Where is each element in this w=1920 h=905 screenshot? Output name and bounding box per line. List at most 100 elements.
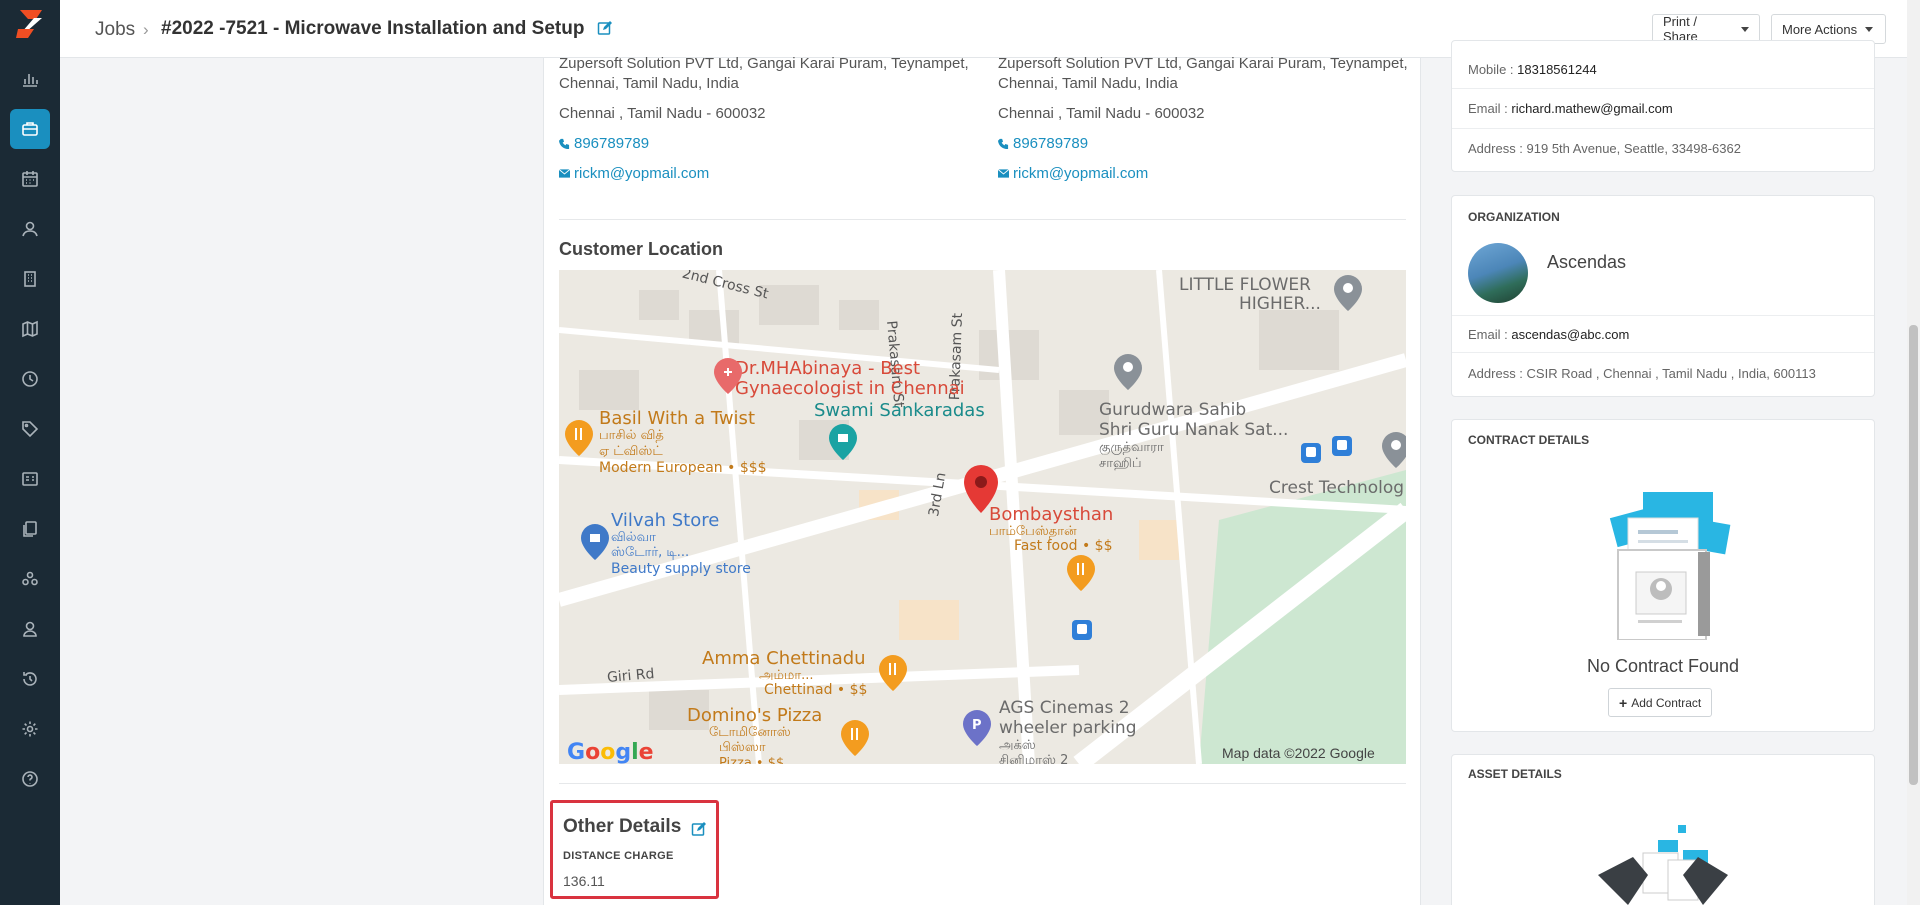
restaurant-pin-icon[interactable] — [565, 420, 593, 456]
address-1-line1: Zupersoft Solution PVT Ltd, Gangai Karai… — [559, 55, 969, 72]
team-icon — [22, 571, 38, 586]
nav-calendar[interactable] — [10, 159, 50, 199]
bus-stop-icon[interactable] — [1301, 443, 1321, 463]
edit-title-icon[interactable] — [597, 20, 613, 36]
asset-heading: ASSET DETAILS — [1468, 767, 1562, 781]
map-poi-label: Swami Sankaradas — [814, 400, 985, 421]
nav-history[interactable] — [10, 659, 50, 699]
nav-customers[interactable] — [10, 209, 50, 249]
nav-dashboard[interactable] — [10, 59, 50, 99]
app-logo-icon[interactable] — [12, 6, 48, 42]
other-details-section: Other Details DISTANCE CHARGE 136.11 — [550, 800, 719, 899]
section-divider — [559, 219, 1406, 220]
email-label: Email : — [1468, 101, 1508, 116]
no-contract-illustration — [1609, 492, 1731, 640]
nav-time[interactable] — [10, 359, 50, 399]
map-poi-label: Gynaecologist in Chennai — [735, 378, 965, 399]
location-pin-icon[interactable] — [1382, 432, 1406, 468]
contact-address: Address : 919 5th Avenue, Seattle, 33498… — [1468, 141, 1741, 156]
email-value[interactable]: ascendas@abc.com — [1511, 327, 1629, 342]
chevron-down-icon — [1865, 26, 1874, 32]
address-2-phone-link[interactable]: 896789789 — [998, 135, 1088, 152]
clock-icon — [22, 371, 38, 387]
temple-pin-icon[interactable] — [829, 424, 857, 460]
restaurant-pin-icon[interactable] — [841, 720, 869, 756]
page-title: #2022 -7521 - Microwave Installation and… — [161, 18, 585, 39]
nav-invoices[interactable] — [10, 459, 50, 499]
restaurant-pin-icon[interactable] — [1067, 555, 1095, 591]
map-poi-label: Dr.MHAbinaya - Best — [735, 358, 921, 379]
user-icon — [23, 621, 37, 637]
add-contract-label: Add Contract — [1631, 695, 1702, 710]
section-divider — [559, 783, 1406, 784]
briefcase-icon — [22, 122, 38, 136]
building-icon — [24, 271, 36, 287]
nav-map[interactable] — [10, 309, 50, 349]
map-poi-label: Modern European • $$$ — [599, 460, 767, 476]
contact-mobile: Mobile : 18318561244 — [1468, 62, 1597, 77]
nav-help[interactable] — [10, 759, 50, 799]
nav-buildings[interactable] — [10, 259, 50, 299]
mail-icon — [998, 169, 1009, 178]
email-value[interactable]: richard.mathew@gmail.com — [1511, 101, 1672, 116]
address-2-email-link[interactable]: rickm@yopmail.com — [998, 165, 1148, 182]
nav-tags[interactable] — [10, 409, 50, 449]
contact-email: Email : richard.mathew@gmail.com — [1468, 101, 1673, 116]
map-poi-label: Domino's Pizza — [687, 705, 823, 726]
nav-team[interactable] — [10, 559, 50, 599]
bus-stop-icon[interactable] — [1332, 436, 1352, 456]
location-pin-icon[interactable] — [1334, 275, 1362, 311]
address-1-city: Chennai , Tamil Nadu - 600032 — [559, 105, 766, 122]
customer-location-title: Customer Location — [559, 239, 724, 259]
map-icon — [22, 320, 38, 338]
page-scrollbar[interactable] — [1907, 0, 1920, 905]
scrollbar-thumb[interactable] — [1909, 325, 1918, 785]
nav-settings[interactable] — [10, 709, 50, 749]
map-poi-label: சினிமாஸ் 2 — [999, 753, 1069, 764]
map-poi-label: Pizza • $$ — [719, 756, 785, 764]
map-poi-label: வில்வா — [611, 530, 656, 545]
contract-details-card: CONTRACT DETAILS No Contract Found + Add… — [1451, 419, 1875, 732]
organization-name[interactable]: Ascendas — [1547, 252, 1626, 273]
sidebar — [0, 0, 60, 905]
organization-heading: ORGANIZATION — [1468, 210, 1560, 224]
asset-details-card: ASSET DETAILS — [1451, 754, 1875, 905]
phone-icon — [559, 138, 570, 149]
map-poi-label: ஸ்டோர், டி... — [611, 545, 690, 560]
job-details-card: Zupersoft Solution PVT Ltd, Gangai Karai… — [543, 55, 1421, 905]
shopping-pin-icon[interactable] — [581, 524, 609, 560]
customer-location-map[interactable]: 2nd Cross St Prakasam St Prakasam St 3rd… — [559, 270, 1406, 764]
nav-documents[interactable] — [10, 509, 50, 549]
restaurant-pin-icon[interactable] — [879, 655, 907, 691]
address-1-phone-link[interactable]: 896789789 — [559, 135, 649, 152]
other-details-title: Other Details — [563, 816, 682, 837]
breadcrumb-jobs-link[interactable]: Jobs — [95, 19, 135, 41]
distance-charge-value: 136.11 — [563, 873, 605, 889]
nav-jobs[interactable] — [10, 109, 50, 149]
invoice-icon — [22, 472, 38, 486]
address-1-email-link[interactable]: rickm@yopmail.com — [559, 165, 709, 182]
map-poi-label: LITTLE FLOWER — [1179, 275, 1311, 295]
map-poi-label: Fast food • $$ — [1014, 538, 1113, 554]
bus-stop-icon[interactable] — [1072, 620, 1092, 640]
divider — [1452, 128, 1874, 129]
divider — [1452, 88, 1874, 89]
mail-icon — [559, 169, 570, 178]
worship-pin-icon[interactable] — [1114, 354, 1142, 390]
edit-other-details-icon[interactable] — [691, 821, 707, 837]
parking-pin-icon[interactable]: P — [963, 710, 991, 746]
nav-users[interactable] — [10, 609, 50, 649]
address-1-email: rickm@yopmail.com — [574, 165, 710, 182]
organization-card: ORGANIZATION Ascendas Email : ascendas@a… — [1451, 195, 1875, 397]
organization-email: Email : ascendas@abc.com — [1468, 327, 1629, 342]
address-2-phone: 896789789 — [1013, 135, 1089, 152]
divider — [1452, 315, 1874, 316]
email-label: Email : — [1468, 327, 1508, 342]
add-contract-button[interactable]: + Add Contract — [1608, 688, 1713, 717]
hospital-pin-icon[interactable] — [714, 358, 742, 394]
map-poi-label: Amma Chettinadu — [702, 648, 866, 669]
tag-icon — [22, 421, 39, 438]
phone-icon — [998, 138, 1009, 149]
mobile-value[interactable]: 18318561244 — [1517, 62, 1597, 77]
customer-location-marker-icon[interactable] — [964, 465, 998, 513]
